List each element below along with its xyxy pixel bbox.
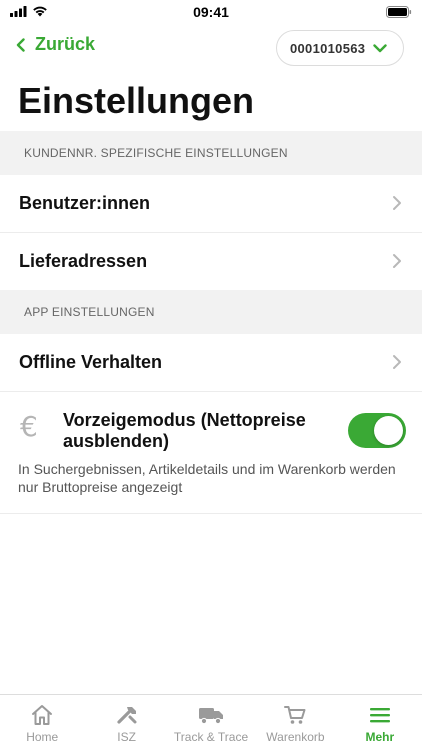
status-right [386, 5, 412, 23]
status-bar: 09:41 [0, 0, 422, 24]
customer-number-select[interactable]: 0001010563 [276, 30, 404, 66]
settings-item-users[interactable]: Benutzer:innen [0, 175, 422, 233]
home-icon [32, 705, 53, 725]
tab-label: Home [26, 730, 59, 744]
chevron-right-icon [393, 196, 401, 210]
demo-mode-title: Vorzeigemodus (Nettopreise ausblenden) [63, 410, 306, 451]
tab-bar: Home ISZ Track & Trace Warenkorb Mehr [0, 694, 422, 750]
chevron-left-icon [16, 37, 25, 52]
tab-label: Mehr [365, 730, 395, 744]
nav-bar: Zurück 0001010563 [0, 28, 422, 68]
section-header-customer: KUNDENNR. SPEZIFISCHE EINSTELLUNGEN [0, 131, 422, 175]
status-time: 09:41 [193, 4, 229, 20]
euro-icon: € [20, 410, 38, 443]
tab-cart[interactable]: Warenkorb [253, 695, 337, 750]
settings-item-label: Benutzer:innen [19, 193, 151, 213]
tab-track-trace[interactable]: Track & Trace [169, 695, 253, 750]
tab-label: Track & Trace [173, 730, 249, 744]
tab-label: ISZ [117, 730, 136, 744]
page-title: Einstellungen [18, 80, 255, 121]
chevron-right-icon [393, 254, 401, 268]
customer-number-value: 0001010563 [290, 40, 366, 56]
truck-icon [199, 708, 224, 725]
tab-isz[interactable]: ISZ [84, 695, 168, 750]
demo-mode-toggle[interactable] [348, 413, 406, 448]
settings-item-offline-behavior[interactable]: Offline Verhalten [0, 334, 422, 392]
battery-icon [386, 6, 412, 18]
back-button[interactable]: Zurück [16, 34, 95, 55]
toggle-knob [374, 416, 403, 445]
menu-icon [369, 708, 390, 723]
settings-item-label: Offline Verhalten [19, 352, 163, 372]
chevron-down-icon [373, 43, 388, 52]
back-label: Zurück [35, 34, 96, 54]
tools-icon [117, 707, 137, 724]
demo-mode-setting: € Vorzeigemodus (Nettopreise ausblenden)… [0, 392, 422, 514]
tab-home[interactable]: Home [0, 695, 84, 750]
tab-more[interactable]: Mehr [338, 695, 422, 750]
chevron-right-icon [393, 355, 401, 369]
section-header-app: APP EINSTELLUNGEN [0, 290, 422, 334]
tab-label: Warenkorb [266, 730, 325, 744]
settings-item-delivery-addresses[interactable]: Lieferadressen [0, 233, 422, 291]
demo-mode-description: In Suchergebnissen, Artikeldetails und i… [18, 461, 396, 495]
settings-item-label: Lieferadressen [19, 251, 148, 271]
cart-icon [284, 706, 306, 724]
